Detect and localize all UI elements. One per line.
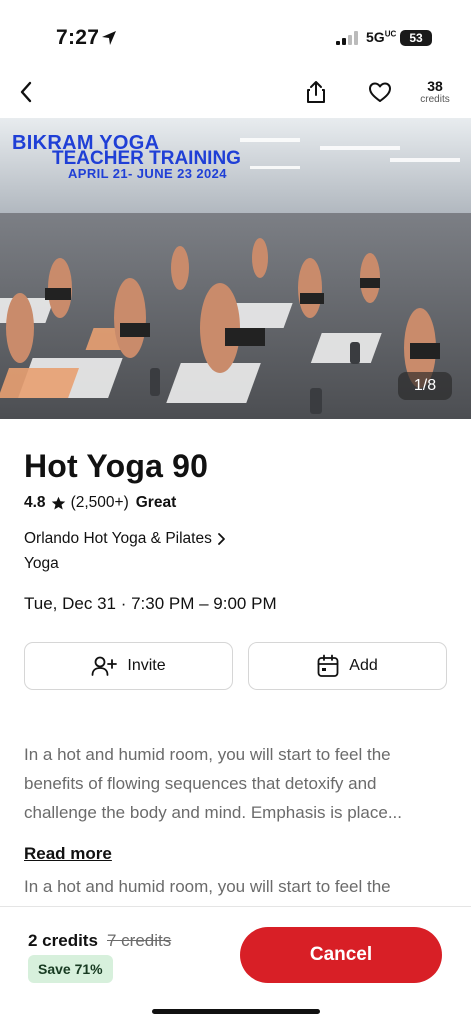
back-button[interactable] — [10, 76, 42, 108]
class-description: In a hot and humid room, you will start … — [24, 745, 403, 822]
studio-link[interactable]: Orlando Hot Yoga & Pilates — [24, 530, 226, 548]
rating-row: 4.8 (2,500+) Great — [24, 494, 176, 512]
class-photo-carousel[interactable]: BIKRAM YOGA TEACHER TRAINING APRIL 21- J… — [0, 118, 471, 419]
heart-icon — [369, 82, 391, 102]
invite-label: Invite — [127, 657, 166, 674]
rating-value: 4.8 — [24, 494, 46, 511]
booking-footer: 2 credits 7 credits Save 71% Cancel — [0, 906, 471, 1024]
add-to-calendar-button[interactable]: Add — [248, 642, 447, 690]
calendar-icon — [317, 654, 339, 677]
favorite-button[interactable] — [364, 76, 396, 108]
original-price: 7 credits — [107, 931, 172, 950]
add-person-icon — [91, 656, 118, 676]
star-icon — [51, 496, 65, 509]
chevron-right-icon — [217, 533, 225, 545]
status-bar: 7:27 5GUC 53 — [0, 0, 471, 70]
add-label: Add — [349, 657, 378, 674]
read-more-link[interactable]: Read more — [24, 844, 112, 864]
home-indicator — [152, 1009, 320, 1014]
class-datetime: Tue, Dec 31 · 7:30 PM – 9:00 PM — [24, 594, 277, 613]
class-title: Hot Yoga 90 — [24, 448, 209, 484]
share-button[interactable] — [300, 76, 332, 108]
savings-badge: Save 71% — [28, 955, 113, 983]
nav-bar: 38 credits — [0, 70, 471, 118]
rating-label: Great — [135, 494, 177, 511]
credits-balance[interactable]: 38 credits — [414, 78, 456, 105]
share-icon — [307, 81, 325, 103]
class-category: Yoga — [24, 555, 59, 572]
cancel-booking-button[interactable]: Cancel — [240, 927, 442, 983]
chevron-left-icon — [20, 81, 32, 103]
review-count: (2,500+) — [70, 494, 129, 511]
signal-icon — [336, 31, 358, 45]
network-type: 5GUC — [366, 29, 397, 45]
status-time: 7:27 — [56, 26, 100, 49]
battery-icon: 53 — [400, 30, 432, 46]
price-credits: 2 credits — [28, 931, 98, 950]
credits-count: 38 — [427, 78, 443, 94]
location-arrow-icon — [102, 31, 116, 45]
description-continued: In a hot and humid room, you will start … — [24, 877, 391, 896]
invite-button[interactable]: Invite — [24, 642, 233, 690]
photo-counter: 1/8 — [398, 372, 452, 400]
credits-label: credits — [420, 94, 450, 105]
banner-dates: APRIL 21- JUNE 23 2024 — [68, 166, 227, 181]
studio-name: Orlando Hot Yoga & Pilates — [24, 530, 212, 547]
